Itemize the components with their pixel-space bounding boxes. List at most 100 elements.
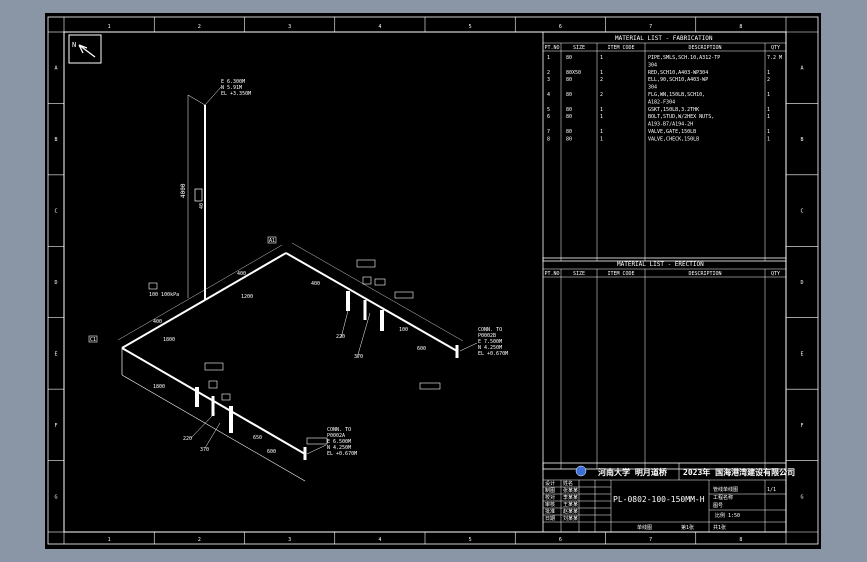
erection-frame (542, 257, 787, 470)
table-cell: RED,SCH10,A403-WP304 (648, 70, 708, 76)
table-cell: 1 (767, 70, 770, 76)
table-cell: FLG,WN,150LB,SCH10, (648, 92, 705, 98)
column-label: 4 (378, 24, 381, 30)
row-label: B (800, 137, 803, 143)
tag-box (394, 291, 414, 299)
leader-line (459, 342, 478, 352)
table-header: ITEM CODE (607, 45, 634, 51)
dim-lower-small: 650 (253, 435, 262, 441)
title-block: 河南大学 明月道桥 2023年 国海港湾建设有限公司 设计 姓名制图 张某某校对 李某… (542, 462, 795, 533)
table-header: QTY (771, 271, 780, 277)
table-header: QTY (771, 45, 780, 51)
title-row-name: 姓名 (563, 480, 573, 487)
isometric-piping: E 6.300M N 5.91M EL +3.350M 4000 40 400 … (88, 79, 508, 482)
title-row-name: 王某某 (563, 502, 578, 508)
column-label: 8 (739, 537, 742, 543)
corner-tag: A1 (269, 238, 275, 244)
table-cell: 1 (600, 136, 603, 142)
erection-headers: PT.NO SIZE ITEM CODE DESCRIPTION QTY (544, 271, 780, 277)
drawing-sheet: 1122334455667788AABBCCDDEEFFGG N E 6.300… (45, 13, 821, 549)
table-cell: ELL,90,SCH10,A403-WP (648, 77, 708, 83)
table-cell: VALVE,CHECK,150LB (648, 136, 699, 142)
table-header: ITEM CODE (607, 271, 634, 277)
table-cell: 304 (648, 62, 657, 68)
table-cell: 2 (600, 77, 603, 83)
table-cell: 80X50 (566, 70, 581, 76)
angle-label: 220 (336, 334, 345, 340)
north-label: N (72, 41, 76, 49)
riser-tag-label: 40 (199, 203, 205, 209)
dim-upper-run: 1200 (241, 294, 253, 300)
left-end-tag: C1 (90, 337, 96, 343)
leader-line (306, 444, 327, 455)
title-row-name: 赵某某 (563, 508, 578, 515)
tag-box (419, 382, 441, 390)
tag-box (204, 362, 224, 371)
conn-upper-5: EL +0.670M (478, 351, 508, 357)
sub-label-2: 图号 (713, 503, 723, 509)
top-coord-3: EL +3.350M (221, 91, 251, 97)
table-cell: 80 (566, 77, 572, 83)
dim-line (121, 374, 306, 482)
row-label: E (54, 351, 57, 357)
column-label: 6 (559, 537, 562, 543)
cad-drawing: 1122334455667788A AB BC CD DE EF FG G N E 6.300… (47, 16, 819, 545)
leader-line (204, 422, 221, 449)
column-label: 7 (649, 24, 652, 30)
column-label: 2 (198, 537, 201, 543)
leader-line (204, 86, 222, 106)
project-label: 管线单线图 (713, 486, 738, 493)
right-note: 1/1 (767, 487, 776, 493)
table-cell: 8 (547, 136, 550, 142)
erection-columns (560, 269, 766, 469)
leader-line (187, 94, 206, 106)
row-label: E (800, 351, 803, 357)
column-label: 2 (198, 24, 201, 30)
table-cell: 1 (767, 107, 770, 113)
sub-label-1: 工程名称 (713, 494, 733, 501)
title-row-name: 李某某 (563, 494, 578, 501)
tag-box (362, 276, 372, 285)
column-label: 6 (559, 24, 562, 30)
footer-3: 共1张 (713, 524, 726, 531)
dim-line (291, 242, 464, 342)
table-cell: 1 (767, 92, 770, 98)
title-row-label: 制图 (545, 487, 555, 494)
table-cell: PIPE,SMLS,SCH.10,A312-TP (648, 55, 720, 61)
tag-box (356, 259, 376, 268)
row-label: C (54, 209, 57, 215)
university-logo-icon (575, 465, 587, 477)
footer-1: 单线图 (637, 524, 652, 531)
conn-lower-5: EL +0.670M (327, 451, 357, 457)
dim-line (200, 244, 283, 293)
tag-box (306, 437, 328, 445)
table-cell: A182-F304 (648, 99, 675, 105)
table-cell: 1 (767, 129, 770, 135)
fabrication-table: MATERIAL LIST - FABRICATION PT.NO SIZE ITE… (542, 31, 787, 262)
riser-dimension: 4000 (180, 183, 187, 198)
row-label: D (800, 280, 803, 286)
dim-upper-right-small: 100 (399, 327, 408, 333)
dim-right-small: 400 (311, 281, 320, 287)
table-cell: 1 (600, 55, 603, 61)
footer-2: 第1张 (681, 524, 694, 531)
fabrication-frame (542, 31, 787, 262)
tag-box (221, 393, 231, 401)
table-cell: VALVE,GATE,150LB (648, 129, 696, 135)
table-cell: 2 (547, 70, 550, 76)
table-header: SIZE (573, 45, 585, 51)
angle-label: 220 (183, 436, 192, 442)
table-cell: 2 (767, 77, 770, 83)
table-cell: 80 (566, 92, 572, 98)
table-cell: 2 (600, 92, 603, 98)
fabrication-title: MATERIAL LIST - FABRICATION (615, 35, 713, 42)
erection-table: MATERIAL LIST - ERECTION PT.NO SIZE ITEM C… (542, 257, 787, 470)
sheet-note: 比例 1:50 (715, 512, 740, 519)
column-label: 1 (108, 24, 111, 30)
dim-line (117, 291, 202, 341)
drawing-number: PL-0802-100-150MM-H (613, 495, 705, 504)
table-header: PT.NO (544, 271, 559, 277)
title-grid: 设计 姓名制图 张某某校对 李某某审核 王某某批准 赵某某日期 刘某某 (543, 480, 786, 532)
tag-box (374, 278, 386, 286)
table-header: SIZE (573, 271, 585, 277)
